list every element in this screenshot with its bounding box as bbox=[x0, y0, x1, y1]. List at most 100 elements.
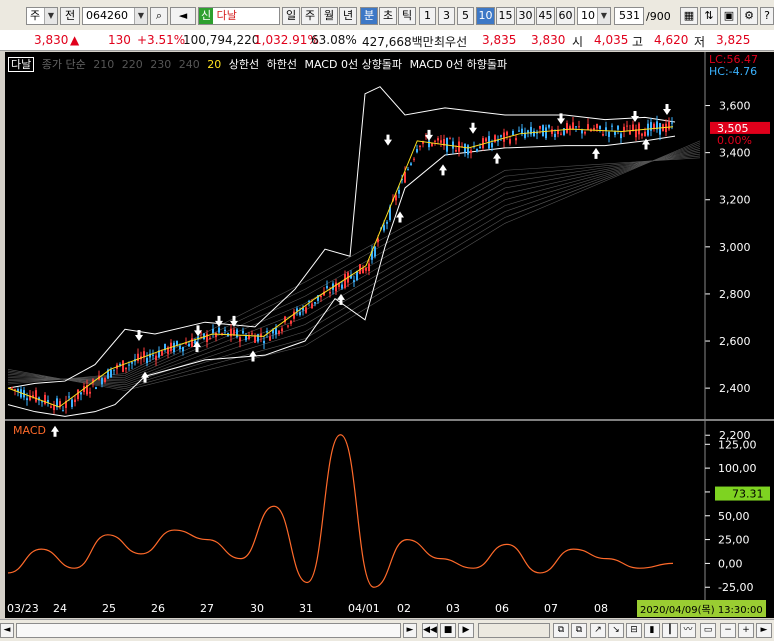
play-button[interactable]: ▶ bbox=[458, 623, 474, 638]
x-tick: 30 bbox=[250, 602, 264, 615]
copy-alt-button[interactable]: ⧉ bbox=[571, 623, 587, 638]
x-tick: 07 bbox=[544, 602, 558, 615]
candle-body bbox=[398, 189, 400, 194]
trend-up-button[interactable]: ↗ bbox=[590, 623, 606, 638]
change-percent: +3.51% bbox=[137, 33, 186, 47]
candle-body bbox=[551, 129, 553, 134]
candle-body bbox=[275, 328, 277, 335]
interval-3[interactable]: 3 bbox=[438, 7, 455, 25]
chart-area[interactable]: 3,600 3,400 3,200 3,000 2,800 2,600 2,400 2,200… bbox=[5, 52, 774, 600]
interval-5[interactable]: 5 bbox=[457, 7, 474, 25]
settings-button[interactable]: ⚙ bbox=[740, 7, 758, 25]
lock-button[interactable]: ⊟ bbox=[626, 623, 642, 638]
save-button[interactable]: ▣ bbox=[720, 7, 738, 25]
sound-button[interactable]: ◄ bbox=[170, 7, 196, 25]
stop-button[interactable]: ■ bbox=[440, 623, 456, 638]
interval-10[interactable]: 10 bbox=[476, 7, 495, 25]
toolbar: 주 ▼ 전 064260 ▼ ⌕ ◄ 신 다날 일 주 월 년 분 초 틱 1 3 … bbox=[0, 0, 774, 31]
period-day[interactable]: 일 bbox=[282, 7, 300, 25]
candle-body bbox=[611, 125, 613, 127]
candle-body bbox=[455, 150, 457, 152]
candle-body bbox=[554, 133, 556, 138]
help-button[interactable]: ? bbox=[760, 7, 774, 25]
candle-body bbox=[254, 335, 256, 343]
macd-tick-label: 0,00 bbox=[718, 557, 743, 570]
change-arrow: ▲ bbox=[70, 33, 80, 47]
x-tick: 03 bbox=[446, 602, 460, 615]
scroll-right-button[interactable]: ► bbox=[403, 623, 417, 638]
stock-name-field[interactable]: 신 다날 bbox=[198, 7, 280, 25]
interval-45[interactable]: 45 bbox=[536, 7, 555, 25]
candle-body bbox=[113, 369, 115, 371]
candle-body bbox=[485, 138, 487, 142]
chart-legend: 다날 종가 단순 210 220 230 240 20 상한선 하한선 MACD… bbox=[8, 56, 511, 72]
interval-select[interactable]: 10 ▼ bbox=[577, 7, 611, 25]
search-button[interactable]: ⌕ bbox=[150, 7, 168, 25]
scroll-bar-row: ◄ ► ◀◀ ■ ▶ ⧉ ⧉ ↗ ↘ ⊟ ▮ ┃ 〰 ▭ − + ► bbox=[0, 619, 774, 641]
candle-body bbox=[527, 130, 529, 133]
x-tick: 08 bbox=[594, 602, 608, 615]
candle-body bbox=[653, 123, 655, 129]
candle-body bbox=[104, 377, 106, 382]
cursor-time: 2020/04/09(목) 13:30:00 bbox=[637, 600, 766, 617]
period-mode-button[interactable]: 전 bbox=[60, 7, 80, 25]
zoom-out-button[interactable]: − bbox=[720, 623, 736, 638]
scroll-end-button[interactable]: ► bbox=[756, 623, 772, 638]
period-year[interactable]: 년 bbox=[339, 7, 357, 25]
candle-body bbox=[596, 124, 598, 129]
stock-code-input[interactable]: 064260 ▼ bbox=[82, 7, 148, 25]
legend-ma20: 20 bbox=[207, 58, 222, 71]
candle-body bbox=[218, 327, 220, 333]
interval-15[interactable]: 15 bbox=[496, 7, 515, 25]
low-label: 저 bbox=[694, 35, 706, 49]
period-second[interactable]: 초 bbox=[379, 7, 397, 25]
rewind-button[interactable]: ◀◀ bbox=[422, 623, 438, 638]
market-select[interactable]: 주 ▼ bbox=[26, 7, 58, 25]
zoom-slider[interactable] bbox=[478, 623, 550, 638]
copy-button[interactable]: ⧉ bbox=[553, 623, 569, 638]
legend-title: 다날 bbox=[8, 57, 35, 72]
candle-body bbox=[668, 121, 670, 130]
trade-amount: 427,668백만 bbox=[362, 35, 434, 49]
candle-body bbox=[650, 122, 652, 131]
period-tick[interactable]: 틱 bbox=[398, 7, 416, 25]
line-button[interactable]: 〰 bbox=[680, 623, 696, 638]
macd-value-label: 73.31 bbox=[732, 488, 764, 501]
scroll-left-button[interactable]: ◄ bbox=[0, 623, 14, 638]
lock-icon: ⊟ bbox=[630, 625, 638, 635]
candle-button[interactable]: ▮ bbox=[644, 623, 660, 638]
zoom-in-button[interactable]: + bbox=[738, 623, 754, 638]
compare-button[interactable]: ⇅ bbox=[700, 7, 718, 25]
count-input[interactable]: 531 bbox=[614, 7, 644, 25]
candle-body bbox=[89, 391, 91, 394]
down-arrow-icon bbox=[215, 315, 223, 327]
candle-body bbox=[179, 345, 181, 350]
y-tick-label: 3,600 bbox=[719, 100, 751, 113]
candle-body bbox=[26, 398, 28, 401]
candle-body bbox=[467, 145, 469, 155]
candle-icon: ▮ bbox=[649, 625, 655, 635]
interval-30[interactable]: 30 bbox=[516, 7, 535, 25]
candle-body bbox=[476, 149, 478, 152]
fit-button[interactable]: ▭ bbox=[700, 623, 716, 638]
chart-svg[interactable]: 3,6003,4003,2003,0002,8002,6002,4002,200… bbox=[5, 52, 774, 600]
y-tick-label: 2,400 bbox=[719, 382, 751, 395]
horizontal-scrollbar[interactable] bbox=[16, 623, 401, 638]
macd-line bbox=[7, 434, 674, 588]
interval-1[interactable]: 1 bbox=[419, 7, 436, 25]
candle-body bbox=[449, 138, 451, 140]
period-minute[interactable]: 분 bbox=[360, 7, 378, 25]
legend-lower-band: 하한선 bbox=[266, 58, 297, 71]
upper-band-line bbox=[7, 86, 676, 389]
period-month[interactable]: 월 bbox=[320, 7, 338, 25]
candle-body bbox=[545, 127, 547, 139]
period-week[interactable]: 주 bbox=[301, 7, 319, 25]
candle-body bbox=[128, 364, 130, 366]
hc-label: HC:-4.76 bbox=[709, 65, 757, 78]
candle-body bbox=[242, 330, 244, 334]
grid-button[interactable]: ▦ bbox=[680, 7, 698, 25]
bar-button[interactable]: ┃ bbox=[662, 623, 678, 638]
trend-down-button[interactable]: ↘ bbox=[608, 623, 624, 638]
candle-body bbox=[209, 337, 211, 339]
interval-60[interactable]: 60 bbox=[556, 7, 575, 25]
